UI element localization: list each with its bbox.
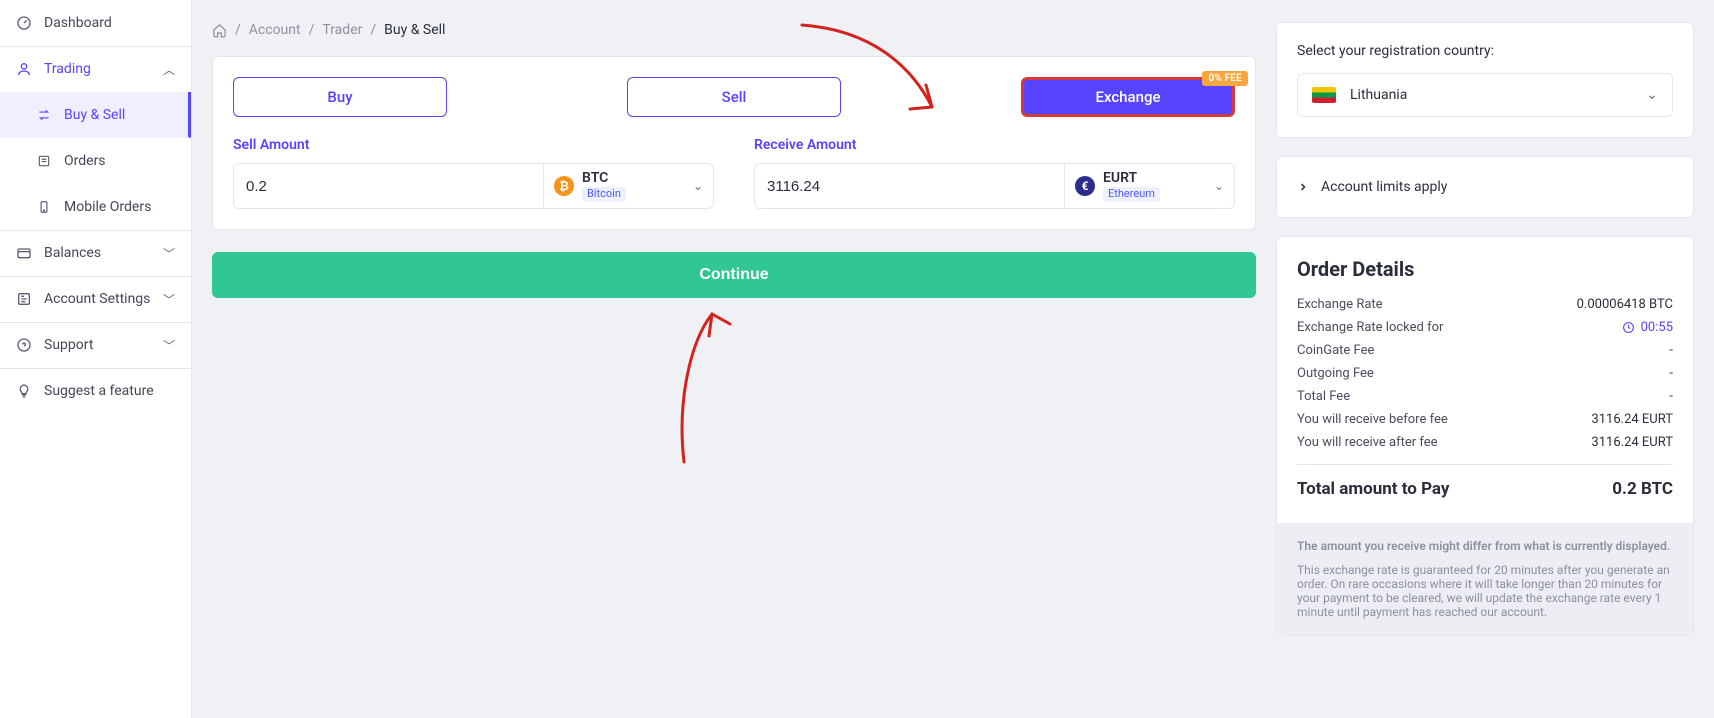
- row-outgoing-fee: Outgoing Fee -: [1297, 362, 1673, 385]
- chevron-down-icon: ﹀: [163, 291, 175, 308]
- flag-lithuania-icon: [1312, 87, 1336, 103]
- tab-buy[interactable]: Buy: [233, 77, 447, 117]
- sidebar-item-buy-sell[interactable]: Buy & Sell: [0, 92, 191, 138]
- help-icon: [16, 337, 32, 353]
- row-rate-locked: Exchange Rate locked for 00:55: [1297, 316, 1673, 339]
- sell-currency-network: Bitcoin: [582, 187, 626, 202]
- sidebar-item-label: Support: [44, 337, 93, 353]
- row-exchange-rate: Exchange Rate 0.00006418 BTC: [1297, 293, 1673, 316]
- receive-amount-input[interactable]: [755, 164, 1064, 208]
- receive-currency-network: Ethereum: [1103, 187, 1160, 202]
- exchange-icon: [36, 108, 52, 122]
- receive-amount-label: Receive Amount: [754, 137, 1235, 153]
- registration-country-label: Select your registration country:: [1297, 43, 1673, 59]
- sidebar-item-dashboard[interactable]: Dashboard: [0, 0, 191, 46]
- sidebar-item-balances[interactable]: Balances ﹀: [0, 230, 191, 276]
- sell-currency-symbol: BTC: [582, 170, 626, 186]
- order-details-card: Order Details Exchange Rate 0.00006418 B…: [1276, 236, 1694, 636]
- sidebar-item-label: Buy & Sell: [64, 107, 125, 123]
- row-receive-before-fee: You will receive before fee 3116.24 EURT: [1297, 408, 1673, 431]
- sidebar-item-label: Trading: [44, 61, 91, 77]
- breadcrumb-current: Buy & Sell: [384, 22, 445, 38]
- clock-icon: [1622, 321, 1635, 334]
- order-details-title: Order Details: [1297, 257, 1673, 281]
- receive-currency-select[interactable]: € EURT Ethereum ⌄: [1064, 164, 1234, 208]
- chevron-down-icon: ﹀: [163, 245, 175, 262]
- sidebar-item-suggest-feature[interactable]: Suggest a feature: [0, 368, 191, 414]
- sidebar-item-orders[interactable]: Orders: [0, 138, 191, 184]
- sidebar-item-label: Orders: [64, 153, 106, 169]
- home-icon[interactable]: [212, 23, 227, 38]
- registration-country-card: Select your registration country: Lithua…: [1276, 22, 1694, 138]
- account-limits-label: Account limits apply: [1321, 179, 1447, 195]
- sidebar-item-trading[interactable]: Trading ︿: [0, 46, 191, 92]
- row-total-fee: Total Fee -: [1297, 385, 1673, 408]
- row-coingate-fee: CoinGate Fee -: [1297, 339, 1673, 362]
- breadcrumb-account[interactable]: Account: [249, 22, 301, 38]
- main-content: / Account / Trader / Buy & Sell Buy Sell…: [192, 0, 1714, 718]
- sidebar-item-mobile-orders[interactable]: Mobile Orders: [0, 184, 191, 230]
- list-icon: [36, 154, 52, 168]
- sidebar-item-account-settings[interactable]: Account Settings ﹀: [0, 276, 191, 322]
- sidebar-item-label: Suggest a feature: [44, 383, 154, 399]
- lightbulb-icon: [16, 383, 32, 399]
- chevron-down-icon: ⌄: [693, 179, 703, 193]
- sell-amount-input[interactable]: [234, 164, 543, 208]
- continue-button[interactable]: Continue: [212, 252, 1256, 298]
- tab-sell[interactable]: Sell: [627, 77, 841, 117]
- gauge-icon: [16, 15, 32, 31]
- country-name: Lithuania: [1350, 87, 1407, 103]
- sell-amount-block: Sell Amount ₿ BTC Bitcoin ⌄: [233, 137, 714, 209]
- sidebar: Dashboard Trading ︿ Buy & Sell Orders: [0, 0, 192, 718]
- tab-exchange[interactable]: Exchange 0% FEE: [1021, 77, 1235, 117]
- chevron-right-icon: [1297, 181, 1309, 193]
- row-total-to-pay: Total amount to Pay 0.2 BTC: [1297, 464, 1673, 503]
- fee-badge: 0% FEE: [1202, 71, 1248, 86]
- wallet-icon: [16, 245, 32, 261]
- chevron-down-icon: ﹀: [163, 337, 175, 354]
- country-select[interactable]: Lithuania ⌄: [1297, 73, 1673, 117]
- account-limits-card[interactable]: Account limits apply: [1276, 156, 1694, 218]
- sidebar-item-label: Mobile Orders: [64, 199, 151, 215]
- chevron-down-icon: ⌄: [1214, 179, 1224, 193]
- receive-currency-symbol: EURT: [1103, 170, 1160, 186]
- row-receive-after-fee: You will receive after fee 3116.24 EURT: [1297, 431, 1673, 454]
- sell-currency-select[interactable]: ₿ BTC Bitcoin ⌄: [543, 164, 713, 208]
- eurt-icon: €: [1075, 176, 1095, 196]
- sidebar-item-label: Dashboard: [44, 15, 112, 31]
- bitcoin-icon: ₿: [554, 176, 574, 196]
- user-icon: [16, 61, 32, 77]
- sidebar-item-label: Account Settings: [44, 291, 150, 307]
- chevron-down-icon: ⌄: [1646, 87, 1658, 103]
- order-disclaimer: The amount you receive might differ from…: [1277, 523, 1693, 635]
- breadcrumb: / Account / Trader / Buy & Sell: [212, 22, 1256, 38]
- trade-card: Buy Sell Exchange 0% FEE Sell Amount ₿: [212, 56, 1256, 230]
- sidebar-item-support[interactable]: Support ﹀: [0, 322, 191, 368]
- sell-amount-label: Sell Amount: [233, 137, 714, 153]
- sidebar-item-label: Balances: [44, 245, 101, 261]
- settings-icon: [16, 291, 32, 307]
- chevron-up-icon: ︿: [163, 61, 175, 78]
- receive-amount-block: Receive Amount € EURT Ethereum ⌄: [754, 137, 1235, 209]
- breadcrumb-trader[interactable]: Trader: [322, 22, 362, 38]
- mobile-icon: [36, 200, 52, 214]
